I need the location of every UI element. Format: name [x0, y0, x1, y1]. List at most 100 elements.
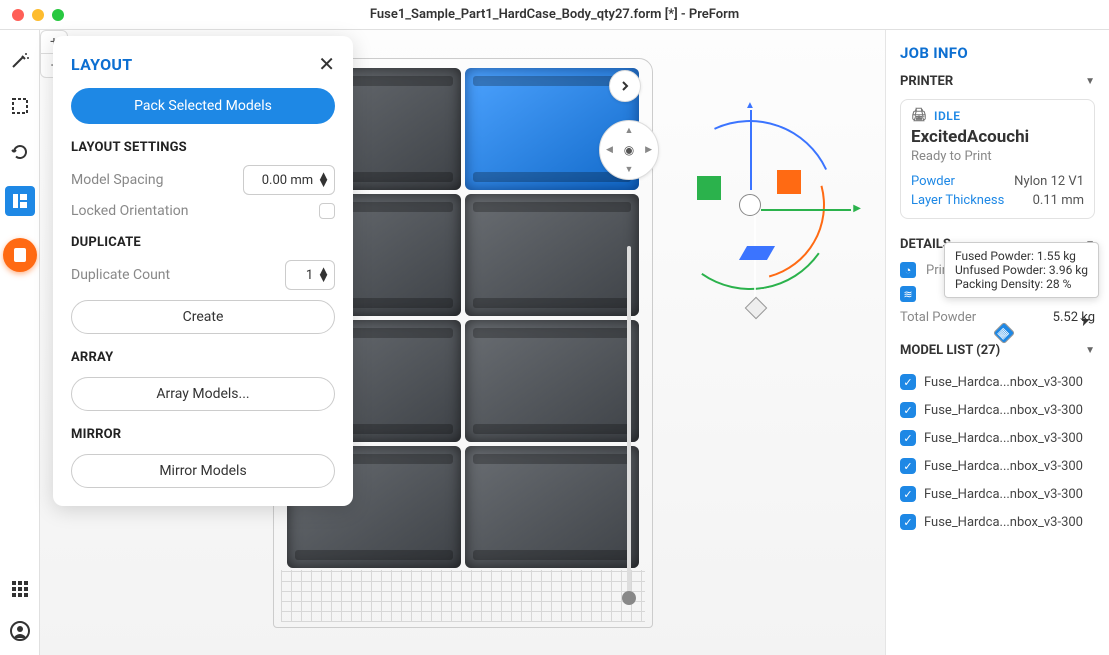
gizmo-plane-yz[interactable] [697, 176, 721, 200]
build-plate-grid [281, 570, 645, 622]
model-spacing-input[interactable]: 0.00 mm ▲▼ [243, 165, 335, 195]
model-name: Fuse_Hardca...nbox_v3-300 [924, 431, 1095, 446]
layer-thickness-value: 0.11 mm [1033, 193, 1084, 208]
mirror-header: MIRROR [71, 427, 335, 442]
gizmo-axis-x[interactable] [761, 209, 851, 211]
checkbox-checked-icon[interactable]: ✓ [900, 402, 916, 418]
gizmo-plane-xy[interactable] [739, 246, 775, 260]
window-controls [0, 9, 64, 21]
gizmo-plane-xz[interactable] [777, 170, 801, 194]
model-list: ✓ Fuse_Hardca...nbox_v3-300 ✓ Fuse_Hardca.… [900, 368, 1095, 536]
close-icon[interactable]: ✕ [318, 52, 335, 76]
checkbox-checked-icon[interactable]: ✓ [900, 486, 916, 502]
supports-tool[interactable] [3, 238, 37, 272]
orbit-center-icon[interactable]: ◉ [624, 143, 634, 157]
rotate-tool[interactable] [8, 140, 32, 164]
printer-status: Ready to Print [911, 149, 1084, 164]
gizmo-axis-z[interactable] [750, 110, 752, 190]
powder-tooltip: Fused Powder: 1.55 kg Unfused Powder: 3.… [944, 242, 1099, 298]
view-orbit-pad[interactable]: ▲ ▼ ◀ ▶ ◉ [599, 120, 659, 180]
orbit-right-icon[interactable]: ▶ [645, 145, 652, 155]
printer-section-header[interactable]: PRINTER ▼ [900, 74, 1095, 89]
total-powder-label: Total Powder [900, 310, 1043, 325]
tooltip-density: Packing Density: 28 % [955, 277, 1088, 291]
model-instance[interactable] [465, 320, 639, 442]
layout-tool[interactable] [5, 186, 35, 216]
model-list-item[interactable]: ✓ Fuse_Hardca...nbox_v3-300 [900, 368, 1095, 396]
minimize-window-icon[interactable] [32, 9, 44, 21]
array-header: ARRAY [71, 350, 335, 365]
chevron-down-icon: ▼ [1085, 345, 1095, 356]
layout-panel: LAYOUT ✕ Pack Selected Models LAYOUT SET… [53, 36, 353, 506]
model-list-item[interactable]: ✓ Fuse_Hardca...nbox_v3-300 [900, 508, 1095, 536]
printer-header-label: PRINTER [900, 74, 953, 89]
detail-layers: ≋ 611 Fused Powder: 1.55 kg Unfused Powd… [900, 286, 1095, 302]
model-spacing-label: Model Spacing [71, 172, 164, 188]
layer-thickness-link[interactable]: Layer Thickness [911, 193, 1004, 208]
model-name: Fuse_Hardca...nbox_v3-300 [924, 403, 1095, 418]
gizmo-arc-x[interactable] [648, 103, 853, 308]
checkbox-checked-icon[interactable]: ✓ [900, 430, 916, 446]
model-list-item[interactable]: ✓ Fuse_Hardca...nbox_v3-300 [900, 480, 1095, 508]
gizmo-handle-cube[interactable] [745, 297, 768, 320]
powder-icon: ▦ [992, 322, 1015, 345]
maximize-window-icon[interactable] [52, 9, 64, 21]
apps-icon[interactable] [8, 577, 32, 601]
locked-orientation-checkbox[interactable] [319, 203, 335, 219]
printer-card[interactable]: 🖨 IDLE ExcitedAcouchi Ready to Print Pow… [900, 99, 1095, 219]
pack-selected-button[interactable]: Pack Selected Models [71, 88, 335, 124]
model-instance[interactable] [465, 446, 639, 568]
orbit-up-icon[interactable]: ▲ [625, 125, 634, 136]
gizmo-axis-y[interactable] [754, 205, 756, 305]
title-bar: Fuse1_Sample_Part1_HardCase_Body_qty27.f… [0, 0, 1109, 30]
model-instance[interactable] [465, 194, 639, 316]
powder-value: Nylon 12 V1 [1014, 174, 1084, 189]
layout-panel-title: LAYOUT [71, 55, 133, 74]
close-window-icon[interactable] [12, 9, 24, 21]
layer-slider[interactable] [622, 246, 636, 605]
model-spacing-value: 0.00 mm [262, 173, 313, 188]
array-models-button[interactable]: Array Models... [71, 377, 335, 411]
marquee-tool[interactable] [8, 94, 32, 118]
user-icon[interactable] [8, 619, 32, 643]
model-list-header[interactable]: MODEL LIST (27) ▼ [900, 343, 1095, 358]
job-info-title: JOB INFO [900, 44, 1095, 62]
duplicate-count-label: Duplicate Count [71, 267, 170, 283]
printer-name: ExcitedAcouchi [911, 127, 1084, 147]
gizmo-origin[interactable] [739, 194, 761, 216]
collapse-right-panel-button[interactable] [609, 70, 641, 102]
locked-orientation-label: Locked Orientation [71, 203, 188, 219]
layer-slider-track [627, 246, 631, 605]
chevron-down-icon: ▼ [1085, 76, 1095, 87]
duplicate-stepper[interactable]: ▲▼ [317, 268, 330, 282]
job-info-panel: JOB INFO PRINTER ▼ 🖨 IDLE ExcitedAcouchi… [885, 30, 1109, 655]
layer-slider-thumb[interactable] [622, 591, 636, 605]
tool-rail [0, 30, 40, 655]
model-list-item[interactable]: ✓ Fuse_Hardca...nbox_v3-300 [900, 424, 1095, 452]
orbit-down-icon[interactable]: ▼ [625, 164, 634, 175]
tooltip-unfused: Unfused Powder: 3.96 kg [955, 263, 1088, 277]
model-name: Fuse_Hardca...nbox_v3-300 [924, 487, 1095, 502]
layers-icon: ≋ [900, 286, 916, 302]
powder-link[interactable]: Powder [911, 174, 955, 189]
model-list-item[interactable]: ✓ Fuse_Hardca...nbox_v3-300 [900, 452, 1095, 480]
checkbox-checked-icon[interactable]: ✓ [900, 514, 916, 530]
duplicate-count-value: 1 [306, 268, 313, 283]
checkbox-checked-icon[interactable]: ✓ [900, 458, 916, 474]
orbit-left-icon[interactable]: ◀ [606, 145, 613, 155]
model-list-item[interactable]: ✓ Fuse_Hardca...nbox_v3-300 [900, 396, 1095, 424]
duplicate-count-input[interactable]: 1 ▲▼ [285, 260, 335, 290]
checkbox-checked-icon[interactable]: ✓ [900, 374, 916, 390]
gizmo-arc-z[interactable] [641, 96, 859, 314]
tooltip-fused: Fused Powder: 1.55 kg [955, 249, 1088, 263]
magic-wand-tool[interactable] [8, 48, 32, 72]
mirror-models-button[interactable]: Mirror Models [71, 454, 335, 488]
model-name: Fuse_Hardca...nbox_v3-300 [924, 515, 1095, 530]
gizmo-arc-y[interactable] [652, 107, 849, 304]
transform-gizmo[interactable] [655, 110, 845, 300]
printer-state: 🖨 IDLE [911, 108, 1084, 123]
spacing-stepper[interactable]: ▲▼ [317, 173, 330, 187]
model-name: Fuse_Hardca...nbox_v3-300 [924, 375, 1095, 390]
model-name: Fuse_Hardca...nbox_v3-300 [924, 459, 1095, 474]
create-button[interactable]: Create [71, 300, 335, 334]
